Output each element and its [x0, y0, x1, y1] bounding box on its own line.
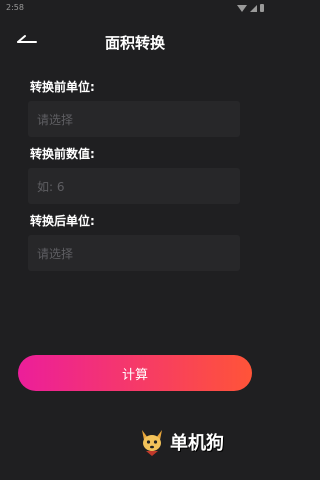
signal-icon — [250, 4, 257, 12]
header: 面积转换 — [0, 22, 270, 62]
from-unit-label: 转换前单位: — [30, 80, 95, 94]
battery-icon — [260, 4, 264, 12]
screen: 2:58 面积转换 转换前单位: 请选择 转换前数值: 如: 6 转换后单位: … — [0, 0, 270, 480]
calculate-button[interactable]: 计算 — [18, 355, 252, 391]
to-unit-select[interactable]: 请选择 — [28, 235, 240, 271]
dog-logo-icon — [142, 430, 162, 456]
from-unit-placeholder: 请选择 — [37, 112, 74, 127]
from-unit-select[interactable]: 请选择 — [28, 101, 240, 137]
watermark: 单机狗 — [136, 424, 260, 460]
from-value-placeholder: 如: 6 — [37, 179, 65, 194]
status-bar: 2:58 — [0, 0, 270, 18]
status-time: 2:58 — [6, 3, 24, 12]
wifi-icon — [237, 4, 247, 12]
page-title: 面积转换 — [104, 34, 165, 52]
status-icons — [237, 4, 264, 12]
watermark-text: 单机狗 — [170, 433, 224, 454]
to-unit-placeholder: 请选择 — [37, 246, 74, 261]
from-value-input[interactable]: 如: 6 — [28, 168, 240, 204]
from-value-label: 转换前数值: — [30, 147, 95, 161]
to-unit-label: 转换后单位: — [30, 214, 95, 228]
